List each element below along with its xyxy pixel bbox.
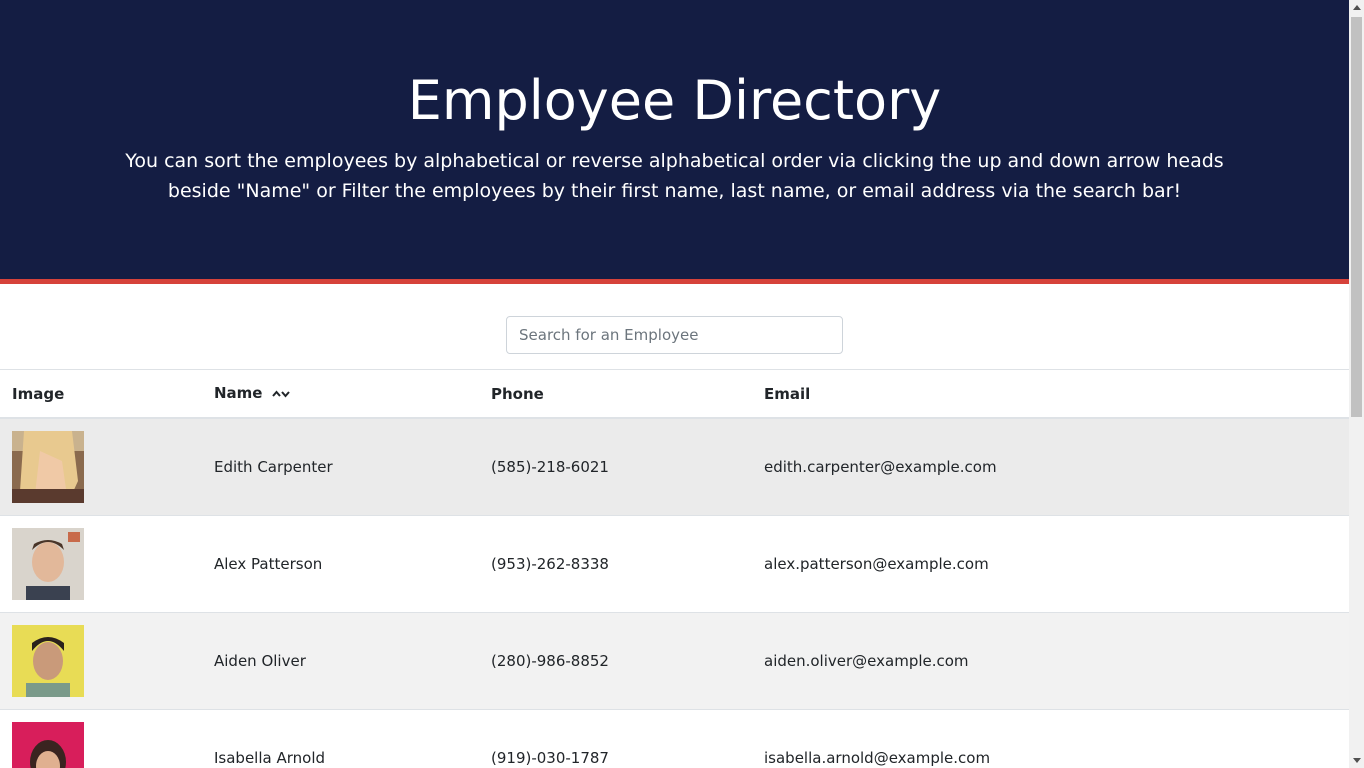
column-header-image: Image — [0, 370, 190, 419]
employee-name: Isabella Arnold — [190, 708, 467, 768]
employee-table: Image Name Phone Email Edith Carpenter (… — [0, 370, 1349, 768]
table-row: Alex Patterson (953)-262-8338 alex.patte… — [0, 514, 1349, 612]
scroll-down-arrow-icon[interactable] — [1349, 753, 1364, 768]
employee-image-cell — [0, 514, 190, 612]
search-input[interactable] — [506, 316, 843, 354]
column-header-name: Name — [190, 370, 467, 419]
column-header-phone: Phone — [467, 370, 740, 419]
page: Employee Directory You can sort the empl… — [0, 0, 1349, 768]
employee-image-cell — [0, 708, 190, 768]
search-bar-container — [0, 284, 1349, 370]
employee-avatar — [12, 721, 84, 768]
chevron-down-icon[interactable] — [280, 390, 290, 398]
employee-avatar — [12, 430, 84, 503]
employee-image-cell — [0, 417, 190, 515]
header-jumbotron: Employee Directory You can sort the empl… — [0, 0, 1349, 284]
chevron-up-icon[interactable] — [271, 390, 281, 398]
employee-avatar — [12, 527, 84, 600]
employee-avatar — [12, 624, 84, 697]
table-row: Isabella Arnold (919)-030-1787 isabella.… — [0, 708, 1349, 768]
table-header-row: Image Name Phone Email — [0, 370, 1349, 419]
column-header-name-label: Name — [214, 384, 263, 403]
table-body: Edith Carpenter (585)-218-6021 edith.car… — [0, 417, 1349, 768]
scroll-up-arrow-icon[interactable] — [1349, 0, 1364, 15]
employee-phone: (280)-986-8852 — [467, 611, 740, 709]
employee-email: isabella.arnold@example.com — [740, 708, 1349, 768]
employee-name: Aiden Oliver — [190, 611, 467, 709]
employee-phone: (953)-262-8338 — [467, 514, 740, 612]
scrollbar-thumb[interactable] — [1351, 17, 1362, 417]
employee-email: edith.carpenter@example.com — [740, 417, 1349, 515]
sort-controls — [271, 385, 290, 403]
table-row: Aiden Oliver (280)-986-8852 aiden.oliver… — [0, 611, 1349, 709]
column-header-email: Email — [740, 370, 1349, 419]
employee-phone: (585)-218-6021 — [467, 417, 740, 515]
employee-email: aiden.oliver@example.com — [740, 611, 1349, 709]
employee-image-cell — [0, 611, 190, 709]
vertical-scrollbar[interactable] — [1349, 0, 1364, 768]
table-header: Image Name Phone Email — [0, 370, 1349, 419]
employee-phone: (919)-030-1787 — [467, 708, 740, 768]
employee-name: Edith Carpenter — [190, 417, 467, 515]
table-row: Edith Carpenter (585)-218-6021 edith.car… — [0, 417, 1349, 515]
page-title: Employee Directory — [407, 69, 942, 132]
employee-name: Alex Patterson — [190, 514, 467, 612]
page-subtitle: You can sort the employees by alphabetic… — [125, 150, 1224, 202]
employee-email: alex.patterson@example.com — [740, 514, 1349, 612]
